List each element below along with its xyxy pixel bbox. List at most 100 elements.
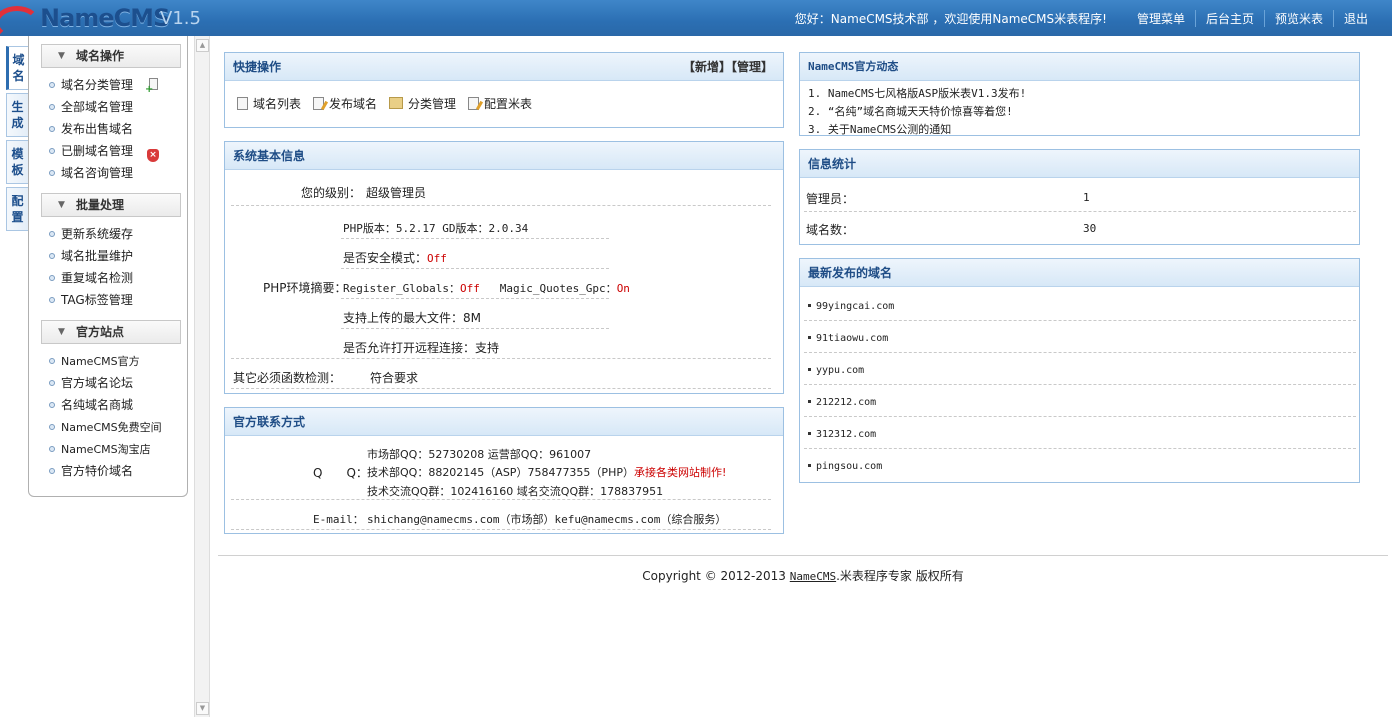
edit-icon (313, 96, 325, 110)
nav-preview[interactable]: 预览米表 (1263, 9, 1333, 27)
panel-title: 快捷操作 (233, 60, 282, 74)
system-info-panel: 系统基本信息 您的级别： 超级管理员 PHP版本：5.2.17 GD版本：2.0… (224, 141, 784, 394)
stat-admin-value: 1 (1083, 191, 1090, 204)
menu-item-deleted-domains[interactable]: 已删域名管理 × (49, 142, 160, 162)
upload-max: 支持上传的最大文件：8M (343, 311, 481, 325)
welcome-text: 您好：NameCMS技术部 ，欢迎使用NameCMS米表程序! (794, 11, 1107, 26)
menu-item-free-hosting[interactable]: NameCMS免费空间 (49, 418, 162, 436)
domain-item[interactable]: 91tiaowu.com (808, 333, 888, 344)
tab-config[interactable]: 配置 (6, 187, 28, 231)
domain-item[interactable]: 212212.com (808, 397, 876, 408)
add-page-icon[interactable]: + (145, 78, 159, 95)
shield-icon[interactable]: × (147, 149, 160, 162)
bullet-icon (49, 402, 55, 408)
top-bar: NameCMS V1.5 您好：NameCMS技术部 ，欢迎使用NameCMS米… (0, 0, 1392, 36)
bullet-icon (49, 468, 55, 474)
stats-panel: 信息统计 管理员： 1 域名数： 30 (799, 149, 1360, 245)
level-label: 您的级别： (301, 186, 362, 200)
menu-item-namecms-official[interactable]: NameCMS官方 (49, 352, 140, 370)
email-label: E-mail： (313, 513, 364, 526)
bullet-icon (49, 231, 55, 237)
remote-open: 是否允许打开远程连接：支持 (343, 341, 500, 355)
quick-publish-domain[interactable]: 发布域名 (313, 95, 377, 112)
add-manage-links[interactable]: 【新增】【管理】 (683, 53, 773, 81)
menu-item-batch-maintain[interactable]: 域名批量维护 (49, 247, 133, 265)
functions-value: 符合要求 (370, 371, 419, 385)
panel-title: 官方联系方式 (233, 415, 306, 429)
nav-manage-menu[interactable]: 管理菜单 (1127, 10, 1195, 27)
folder-icon (389, 97, 404, 109)
menu-item-tag-manage[interactable]: TAG标签管理 (49, 291, 133, 309)
bullet-icon (49, 104, 55, 110)
menu-item-update-cache[interactable]: 更新系统缓存 (49, 225, 133, 243)
tab-generate[interactable]: 生成 (6, 93, 28, 137)
panel-header: 系统基本信息 (225, 142, 783, 170)
tab-template[interactable]: 模板 (6, 140, 28, 184)
panel-title: 系统基本信息 (233, 149, 306, 163)
quick-category-manage[interactable]: 分类管理 (389, 95, 456, 112)
quick-config[interactable]: 配置米表 (468, 95, 532, 112)
panel-header: 官方联系方式 (225, 408, 783, 436)
logo[interactable]: NameCMS V1.5 (0, 0, 201, 36)
latest-domains-panel: 最新发布的域名 99yingcai.com 91tiaowu.com yypu.… (799, 258, 1360, 483)
menu-item-domain-inquiry[interactable]: 域名咨询管理 (49, 164, 133, 182)
domain-item[interactable]: pingsou.com (808, 461, 882, 472)
bullet-icon (49, 446, 55, 452)
sidebar: ▼ 域名操作 域名分类管理 + 全部域名管理 发布出售域名 已删域名管理 × 域名咨… (28, 36, 188, 497)
menu-group-batch[interactable]: ▼ 批量处理 (41, 193, 181, 217)
bullet-icon (49, 170, 55, 176)
chevron-down-icon: ▼ (58, 51, 65, 61)
nav-admin-home[interactable]: 后台主页 (1194, 9, 1264, 27)
footer-divider (218, 555, 1388, 556)
scroll-up-icon[interactable]: ▲ (196, 39, 209, 52)
menu-item-special-domains[interactable]: 官方特价域名 (49, 462, 133, 480)
menu-item-domain-category[interactable]: 域名分类管理 + (49, 76, 159, 95)
news-item[interactable]: 3. 关于NameCMS公测的通知 (808, 121, 951, 137)
bullet-icon (49, 82, 55, 88)
scroll-down-icon[interactable]: ▼ (196, 702, 209, 715)
level-value: 超级管理员 (366, 186, 427, 200)
bullet-icon (49, 148, 55, 154)
footer: Copyright © 2012-2013 NameCMS.米表程序专家 版权所… (642, 569, 964, 583)
chevron-down-icon: ▼ (58, 327, 65, 337)
news-item[interactable]: 2. “名纯”域名商城天天特价惊喜等着您! (808, 103, 1013, 119)
panel-title: 最新发布的域名 (808, 266, 893, 280)
email-value[interactable]: shichang@namecms.com（市场部）kefu@namecms.co… (367, 511, 726, 527)
domain-item[interactable]: 99yingcai.com (808, 301, 894, 312)
qq-line-3: 技术交流QQ群：102416160 域名交流QQ群：178837951 (367, 485, 664, 498)
nav-logout[interactable]: 退出 (1332, 9, 1378, 27)
top-nav: 您好：NameCMS技术部 ，欢迎使用NameCMS米表程序! 管理菜单 后台主… (795, 0, 1378, 36)
qq-label: Q Q： (313, 466, 368, 480)
domain-item[interactable]: yypu.com (808, 365, 864, 376)
document-icon (237, 96, 248, 110)
bullet-icon (49, 424, 55, 430)
scrollbar[interactable]: ▲ ▼ (194, 36, 210, 717)
logo-version: V1.5 (160, 8, 201, 29)
menu-item-taobao[interactable]: NameCMS淘宝店 (49, 440, 151, 458)
stat-domain-value: 30 (1083, 222, 1097, 235)
menu-item-mall[interactable]: 名纯域名商城 (49, 396, 133, 414)
menu-item-publish-domain[interactable]: 发布出售域名 (49, 120, 133, 138)
panel-header: 信息统计 (800, 150, 1359, 178)
menu-item-all-domains[interactable]: 全部域名管理 (49, 98, 133, 116)
panel-title: NameCMS官方动态 (808, 60, 899, 73)
panel-header: NameCMS官方动态 (800, 53, 1359, 81)
menu-item-duplicate-check[interactable]: 重复域名检测 (49, 269, 133, 287)
bullet-icon (49, 253, 55, 259)
menu-group-official[interactable]: ▼ 官方站点 (41, 320, 181, 344)
tab-domain[interactable]: 域名 (6, 46, 28, 90)
domain-item[interactable]: 312312.com (808, 429, 876, 440)
menu-item-forum[interactable]: 官方域名论坛 (49, 374, 133, 392)
quick-domain-list[interactable]: 域名列表 (237, 95, 301, 112)
news-item[interactable]: 1. NameCMS七风格版ASP版米表V1.3发布! (808, 85, 1026, 101)
bullet-icon (49, 126, 55, 132)
qq-line-2: 技术部QQ：88202145（ASP）758477355（PHP）承接各类网站制… (367, 466, 727, 479)
stat-admin-label: 管理员： (806, 192, 855, 206)
footer-brand-link[interactable]: NameCMS (790, 570, 836, 583)
panel-header: 最新发布的域名 (800, 259, 1359, 287)
safe-mode: 是否安全模式：Off (343, 251, 447, 265)
php-summary-label: PHP环境摘要： (263, 281, 347, 295)
menu-group-domain-ops[interactable]: ▼ 域名操作 (41, 44, 181, 68)
news-panel: NameCMS官方动态 1. NameCMS七风格版ASP版米表V1.3发布! … (799, 52, 1360, 136)
vertical-tabs: 域名 生成 模板 配置 (6, 46, 28, 234)
